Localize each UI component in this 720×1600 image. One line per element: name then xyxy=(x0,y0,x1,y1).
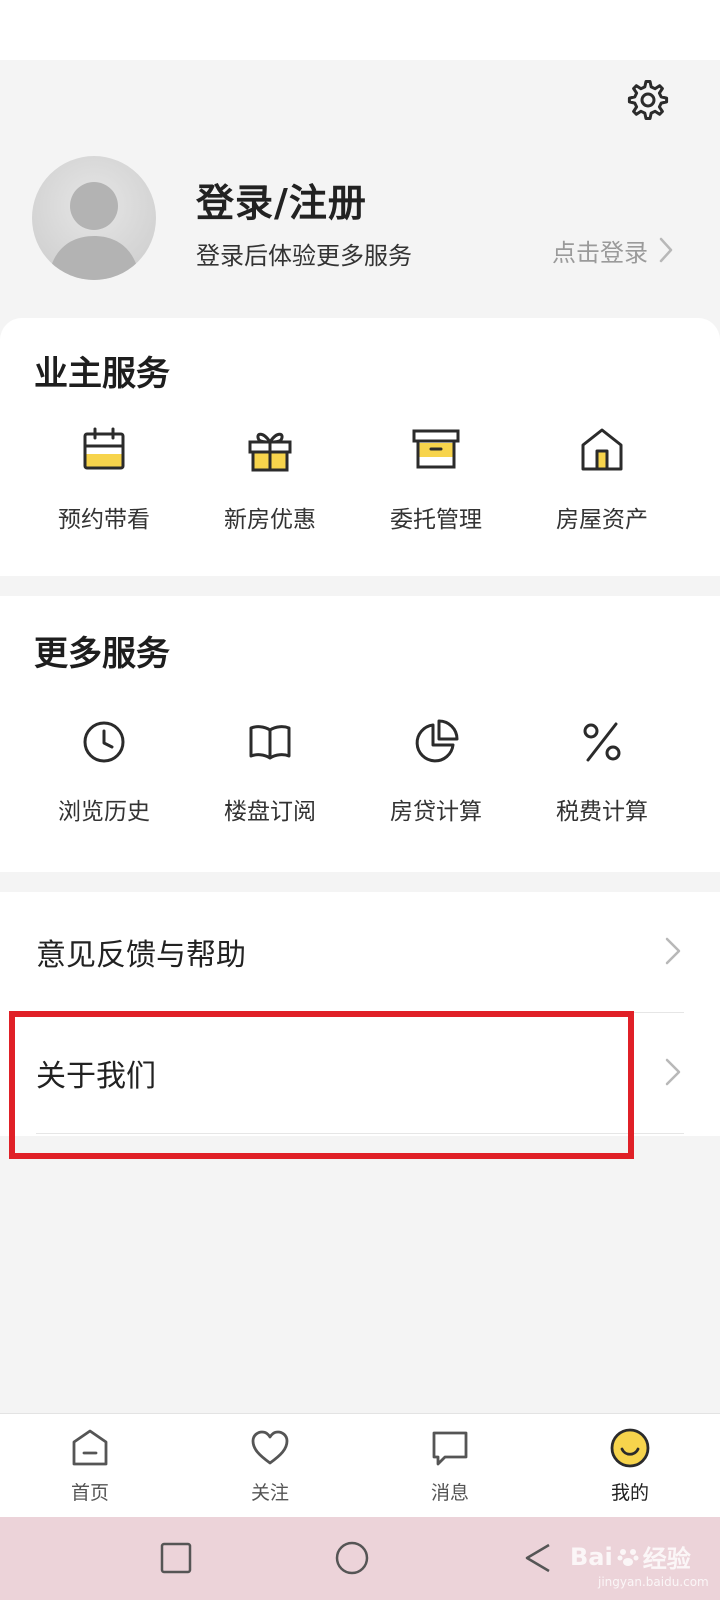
message-icon xyxy=(428,1426,472,1470)
login-link[interactable]: 点击登录 xyxy=(552,230,674,270)
bottom-tab-bar: 首页 关注 消息 我的 xyxy=(0,1413,720,1517)
home-button[interactable] xyxy=(328,1534,376,1582)
more-services-card: 更多服务 浏览历史 楼盘订阅 房贷计算 税费计算 xyxy=(0,596,720,872)
grid-label: 新房优惠 xyxy=(224,507,316,533)
status-bar xyxy=(0,0,720,60)
tab-mine[interactable]: 我的 xyxy=(540,1414,720,1518)
tab-label: 消息 xyxy=(430,1482,469,1504)
grid-item-mortgage-calculator[interactable]: 房贷计算 xyxy=(351,714,521,844)
grid-label: 税费计算 xyxy=(556,799,648,825)
baidu-watermark: Bai 经验 xyxy=(570,1539,691,1574)
circle-icon xyxy=(335,1541,369,1575)
square-icon xyxy=(160,1542,192,1574)
gift-icon xyxy=(242,422,298,478)
box-icon xyxy=(408,422,464,478)
chevron-right-icon xyxy=(659,237,673,263)
tab-messages[interactable]: 消息 xyxy=(360,1414,540,1518)
list-item-label: 意见反馈与帮助 xyxy=(36,938,246,973)
book-icon xyxy=(242,714,298,770)
grid-label: 房贷计算 xyxy=(390,799,482,825)
tab-follow[interactable]: 关注 xyxy=(180,1414,360,1518)
list-divider xyxy=(36,1133,684,1134)
watermark-brand: Bai xyxy=(570,1542,613,1571)
grid-item-tax-calculator[interactable]: 税费计算 xyxy=(517,714,687,844)
grid-label: 房屋资产 xyxy=(556,507,648,533)
house-icon xyxy=(574,422,630,478)
grid-label: 浏览历史 xyxy=(58,799,150,825)
grid-label: 委托管理 xyxy=(390,507,482,533)
login-register-title[interactable]: 登录/注册 xyxy=(196,172,367,227)
grid-item-house-assets[interactable]: 房屋资产 xyxy=(517,422,687,552)
tab-label: 首页 xyxy=(70,1482,109,1504)
grid-label: 预约带看 xyxy=(58,507,150,533)
chevron-right-icon xyxy=(665,937,681,965)
settings-button[interactable] xyxy=(622,74,674,126)
owner-services-grid: 预约带看 新房优惠 委托管理 房屋资产 xyxy=(0,422,720,552)
profile-page: 登录/注册 登录后体验更多服务 点击登录 业主服务 预约带看 新房优惠 委托管理… xyxy=(0,0,720,1600)
percent-icon xyxy=(574,714,630,770)
chevron-right-icon xyxy=(665,1058,681,1086)
default-avatar-icon xyxy=(32,156,156,280)
clock-icon xyxy=(76,714,132,770)
login-subtitle: 登录后体验更多服务 xyxy=(196,242,412,270)
home-icon xyxy=(68,1426,112,1470)
smile-icon xyxy=(608,1426,652,1470)
calendar-icon xyxy=(76,422,132,478)
list-item-about-us[interactable]: 关于我们 xyxy=(0,1013,720,1133)
gear-icon xyxy=(627,80,669,120)
more-services-grid: 浏览历史 楼盘订阅 房贷计算 税费计算 xyxy=(0,714,720,844)
watermark-suffix: 经验 xyxy=(642,1545,691,1573)
grid-item-new-house-offers[interactable]: 新房优惠 xyxy=(185,422,355,552)
tab-label: 我的 xyxy=(610,1482,649,1504)
profile-header: 登录/注册 登录后体验更多服务 点击登录 xyxy=(0,60,720,318)
settings-menu-list: 意见反馈与帮助 关于我们 xyxy=(0,892,720,1136)
recent-apps-button[interactable] xyxy=(152,1534,200,1582)
grid-label: 楼盘订阅 xyxy=(224,799,316,825)
back-triangle-icon xyxy=(525,1543,550,1573)
grid-item-project-subscription[interactable]: 楼盘订阅 xyxy=(185,714,355,844)
avatar[interactable] xyxy=(32,156,156,280)
pie-chart-icon xyxy=(408,714,464,770)
owner-services-title: 业主服务 xyxy=(34,354,170,394)
more-services-title: 更多服务 xyxy=(34,634,170,674)
heart-icon xyxy=(248,1426,292,1470)
tab-home[interactable]: 首页 xyxy=(0,1414,180,1518)
list-item-feedback-help[interactable]: 意见反馈与帮助 xyxy=(0,892,720,1012)
list-item-label: 关于我们 xyxy=(36,1059,156,1094)
back-button[interactable] xyxy=(514,1534,562,1582)
system-navigation-bar: Bai 经验 jingyan.baidu.com xyxy=(0,1517,720,1600)
tab-label: 关注 xyxy=(250,1482,289,1504)
grid-item-appointment[interactable]: 预约带看 xyxy=(19,422,189,552)
watermark-url: jingyan.baidu.com xyxy=(598,1575,709,1589)
paw-icon xyxy=(617,1548,639,1566)
grid-item-entrust-management[interactable]: 委托管理 xyxy=(351,422,521,552)
grid-item-browse-history[interactable]: 浏览历史 xyxy=(19,714,189,844)
login-link-label: 点击登录 xyxy=(552,238,648,267)
owner-services-card: 业主服务 预约带看 新房优惠 委托管理 房屋资产 xyxy=(0,318,720,576)
